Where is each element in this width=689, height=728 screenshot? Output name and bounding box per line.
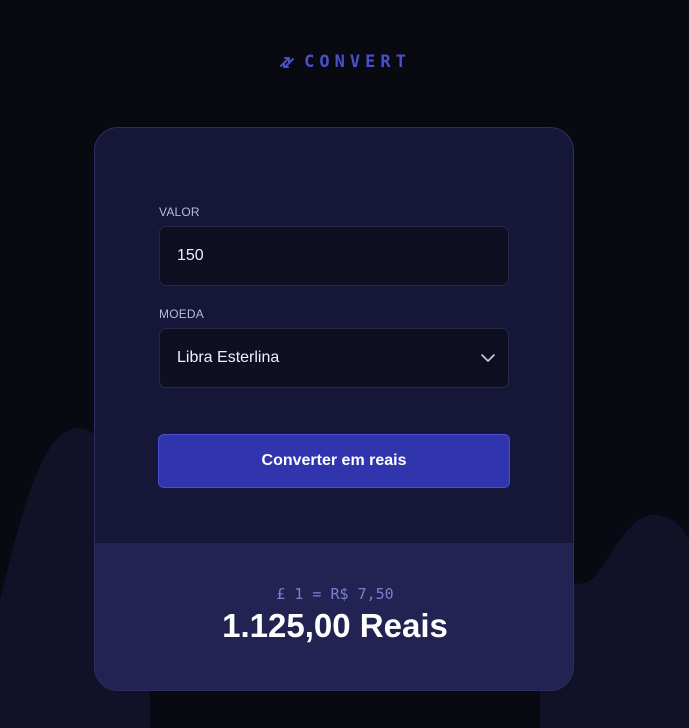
- converted-total: 1.125,00 Reais: [222, 607, 448, 644]
- convert-button[interactable]: Converter em reais: [158, 434, 510, 488]
- currency-selected-value: Libra Esterlina: [177, 349, 280, 366]
- converter-card: VALOR 150 MOEDA Libra Esterlina Converte…: [94, 127, 574, 691]
- currency-label: MOEDA: [159, 307, 205, 321]
- brand-logo: CONVERT: [278, 52, 411, 72]
- amount-value: 150: [177, 247, 204, 264]
- exchange-rate: £ 1 = R$ 7,50: [276, 585, 394, 603]
- result-panel: £ 1 = R$ 7,50 1.125,00 Reais: [95, 543, 573, 690]
- amount-input[interactable]: 150: [159, 226, 509, 286]
- currency-select[interactable]: Libra Esterlina: [159, 328, 509, 388]
- chevron-down-icon: [480, 350, 496, 366]
- amount-label: VALOR: [159, 205, 200, 219]
- swap-arrows-icon: [278, 53, 296, 71]
- app-header: CONVERT: [0, 52, 689, 72]
- brand-name: CONVERT: [304, 52, 411, 72]
